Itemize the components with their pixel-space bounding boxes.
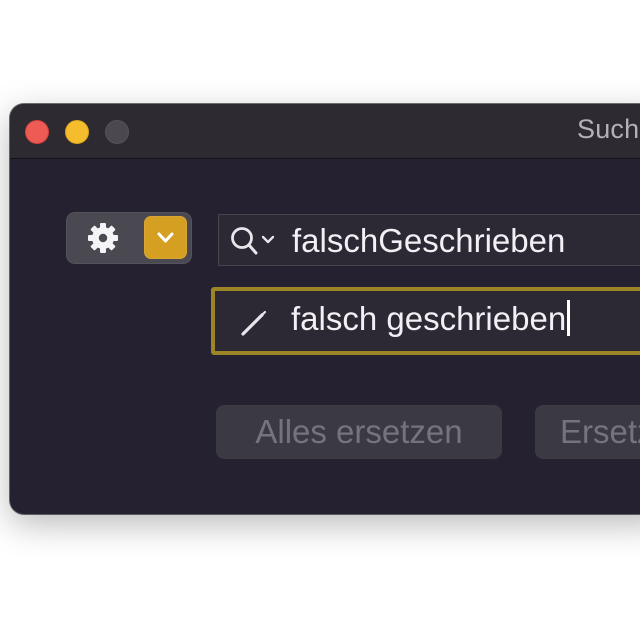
window-title: Suche <box>577 114 640 144</box>
pencil-icon <box>241 310 267 336</box>
search-input[interactable]: falschGeschrieben <box>218 214 640 266</box>
replace-all-button[interactable]: Alles ersetzen <box>216 405 502 459</box>
text-caret <box>567 300 571 336</box>
search-options-menu[interactable] <box>66 212 192 264</box>
replace-value: falsch geschrieben <box>291 300 567 337</box>
title-bar[interactable]: Suche <box>10 104 640 159</box>
search-icon[interactable] <box>230 226 280 256</box>
options-dropdown-button[interactable] <box>144 216 187 259</box>
search-value: falschGeschrieben <box>292 222 566 259</box>
gear-icon[interactable] <box>86 221 120 255</box>
replace-button[interactable]: Ersetzen <box>535 405 640 459</box>
chevron-down-icon <box>157 232 174 243</box>
replace-input[interactable]: falsch geschrieben <box>211 287 640 355</box>
zoom-window-button[interactable] <box>105 120 129 144</box>
minimize-window-button[interactable] <box>65 120 89 144</box>
replace-value-container: falsch geschrieben <box>291 300 571 338</box>
find-replace-window: Suche <box>10 104 640 514</box>
close-window-button[interactable] <box>25 120 49 144</box>
screen: Suche <box>0 0 640 640</box>
